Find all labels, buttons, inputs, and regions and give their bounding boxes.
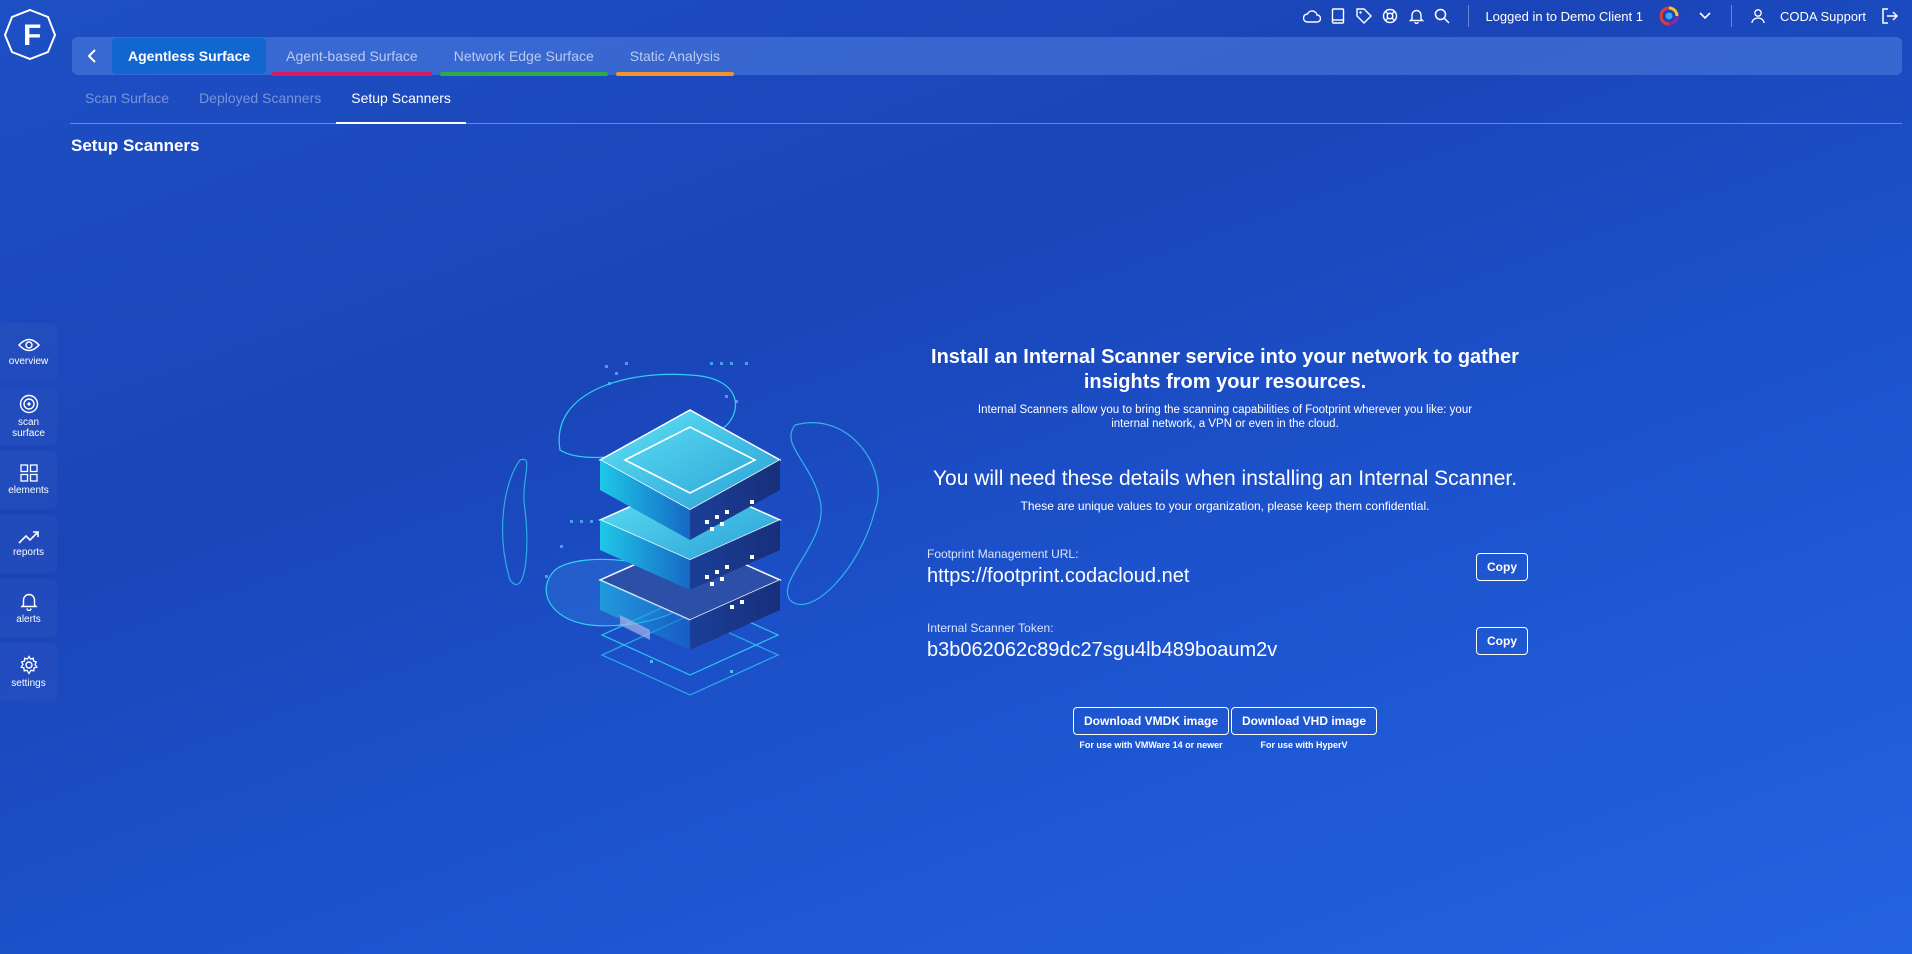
lifebuoy-icon[interactable] [1380, 6, 1400, 26]
management-url-label: Footprint Management URL: [927, 547, 1079, 561]
management-url-value: https://footprint.codacloud.net [927, 565, 1190, 587]
details-headline: You will need these details when install… [932, 467, 1518, 490]
back-button[interactable] [72, 37, 112, 75]
vmdk-download: Download VMDK image For use with VMWare … [1072, 707, 1229, 750]
nav-label: elements [8, 485, 49, 496]
nav-elements[interactable]: elements [0, 451, 57, 509]
top-bar: Logged in to Demo Client 1 CODA Support [1302, 4, 1900, 28]
gear-icon [19, 655, 38, 675]
scanner-token-label: Internal Scanner Token: [927, 621, 1054, 635]
nav-label: reports [12, 547, 45, 558]
page-title: Setup Scanners [71, 136, 200, 155]
bell-icon[interactable] [1406, 6, 1426, 26]
tab-agentless-surface[interactable]: Agentless Surface [112, 38, 267, 74]
book-icon[interactable] [1328, 6, 1348, 26]
surface-tab-bar: Agentless Surface Agent-based Surface Ne… [72, 37, 1902, 76]
nav-alerts[interactable]: alerts [0, 579, 57, 637]
logo-letter: F [23, 19, 41, 52]
eye-icon [17, 338, 40, 352]
footprint-logo[interactable]: F [3, 8, 57, 61]
tab-label: Agent-based Surface [286, 48, 418, 64]
subtab-setup-scanners[interactable]: Setup Scanners [336, 82, 466, 124]
download-buttons: Download VMDK image For use with VMWare … [920, 707, 1530, 750]
scanner-token-field: Internal Scanner Token: b3b062062c89dc27… [920, 621, 1530, 695]
management-url-field: Footprint Management URL: https://footpr… [920, 547, 1530, 621]
login-status: Logged in to Demo Client 1 [1485, 8, 1643, 24]
left-nav: overview scan surface elements reports a… [0, 323, 58, 707]
install-headline: Install an Internal Scanner service into… [931, 346, 1519, 393]
vmdk-note: For use with VMWare 14 or newer [1079, 740, 1223, 750]
details-description: These are unique values to your organiza… [1020, 499, 1430, 513]
tab-label: Network Edge Surface [453, 48, 594, 64]
server-stack-illustration [490, 350, 890, 720]
trend-icon [17, 531, 39, 544]
tab-color-underline [439, 72, 608, 76]
grid-icon [19, 464, 38, 482]
nav-reports[interactable]: reports [0, 515, 57, 573]
tab-color-underline [615, 72, 735, 76]
sub-tab-bar: Scan Surface Deployed Scanners Setup Sca… [70, 82, 1902, 124]
tab-network-edge-surface[interactable]: Network Edge Surface [438, 38, 610, 76]
client-logo-icon[interactable] [1659, 6, 1679, 26]
user-icon[interactable] [1748, 6, 1768, 26]
search-icon[interactable] [1432, 6, 1452, 26]
bell-icon [19, 593, 38, 611]
nav-settings[interactable]: settings [0, 643, 57, 701]
target-icon [19, 394, 38, 413]
user-name[interactable]: CODA Support [1780, 9, 1866, 24]
logout-icon[interactable] [1880, 6, 1900, 26]
download-vmdk-button[interactable]: Download VMDK image [1072, 707, 1229, 735]
chevron-down-icon[interactable] [1695, 6, 1715, 26]
topbar-divider-2 [1731, 5, 1732, 27]
nav-label: settings [11, 678, 46, 689]
cloud-icon[interactable] [1302, 6, 1322, 26]
tab-agent-based-surface[interactable]: Agent-based Surface [270, 38, 434, 76]
nav-label: overview [8, 356, 49, 367]
subtab-scan-surface[interactable]: Scan Surface [70, 82, 184, 124]
nav-label: scan surface [12, 416, 45, 439]
nav-label: alerts [16, 614, 41, 625]
scanner-token-value: b3b062062c89dc27sgu4lb489boaum2v [927, 639, 1278, 661]
nav-overview[interactable]: overview [0, 323, 57, 381]
subtab-deployed-scanners[interactable]: Deployed Scanners [184, 82, 336, 124]
tab-color-underline [272, 72, 432, 76]
copy-url-button[interactable]: Copy [1476, 553, 1528, 581]
vhd-download: Download VHD image For use with HyperV [1231, 707, 1378, 750]
tag-icon[interactable] [1354, 6, 1374, 26]
copy-token-button[interactable]: Copy [1476, 627, 1528, 655]
download-vhd-button[interactable]: Download VHD image [1231, 707, 1378, 735]
chevron-left-icon [87, 49, 96, 63]
install-description: Internal Scanners allow you to bring the… [977, 404, 1473, 430]
tab-static-analysis[interactable]: Static Analysis [614, 38, 736, 76]
vhd-note: For use with HyperV [1260, 740, 1348, 750]
tab-label: Static Analysis [629, 48, 721, 64]
tab-label: Agentless Surface [128, 48, 251, 64]
nav-scan-surface[interactable]: scan surface [0, 387, 57, 445]
setup-content: Install an Internal Scanner service into… [920, 345, 1530, 750]
logo-icon: F [3, 8, 57, 61]
topbar-divider [1468, 5, 1470, 27]
